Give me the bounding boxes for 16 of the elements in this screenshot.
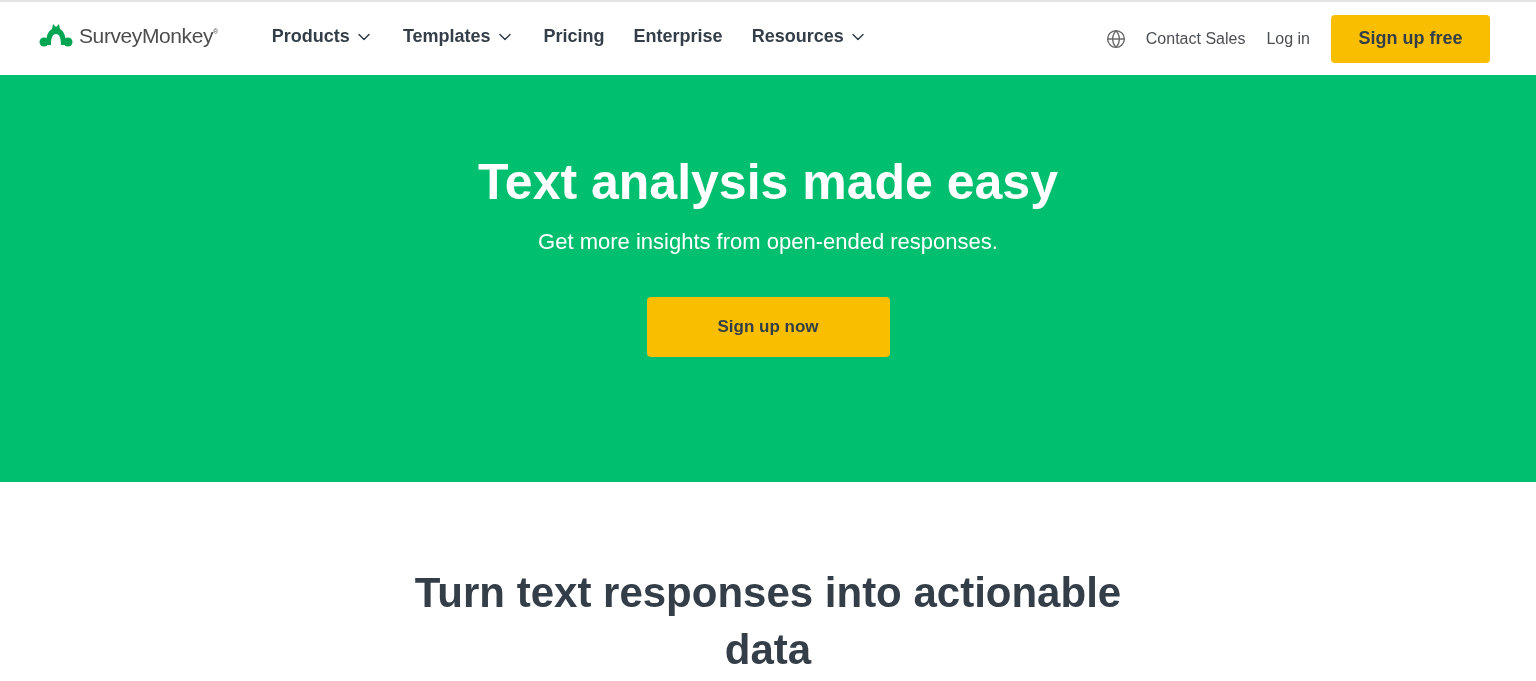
logo-wordmark: SurveyMonkey$^{®}$	[79, 23, 218, 48]
sign-up-now-button[interactable]: Sign up now	[646, 297, 890, 357]
sign-up-button[interactable]: Sign up free	[1331, 14, 1490, 63]
header-link[interactable]: Log in	[1266, 29, 1310, 48]
hero-subtitle: Get more insights from open-ended responses.	[538, 228, 998, 256]
nav-menu-item[interactable]: Enterprise	[633, 26, 723, 47]
nav-menu-item[interactable]: Resources	[751, 26, 868, 47]
section-heading: Turn text responses into actionable data	[413, 568, 1123, 675]
nav-menu-item[interactable]: Products	[271, 26, 374, 47]
header-link[interactable]: Contact Sales	[1145, 29, 1246, 48]
hero-title: Text analysis made easy	[478, 153, 1058, 211]
nav-menu-item[interactable]: Pricing	[543, 26, 605, 47]
logo-link[interactable]: SurveyMonkey$^{®}$	[38, 22, 218, 49]
nav-menu-item[interactable]: Templates	[402, 26, 515, 47]
logo-icon	[38, 22, 74, 49]
globe-icon[interactable]	[1105, 28, 1126, 49]
